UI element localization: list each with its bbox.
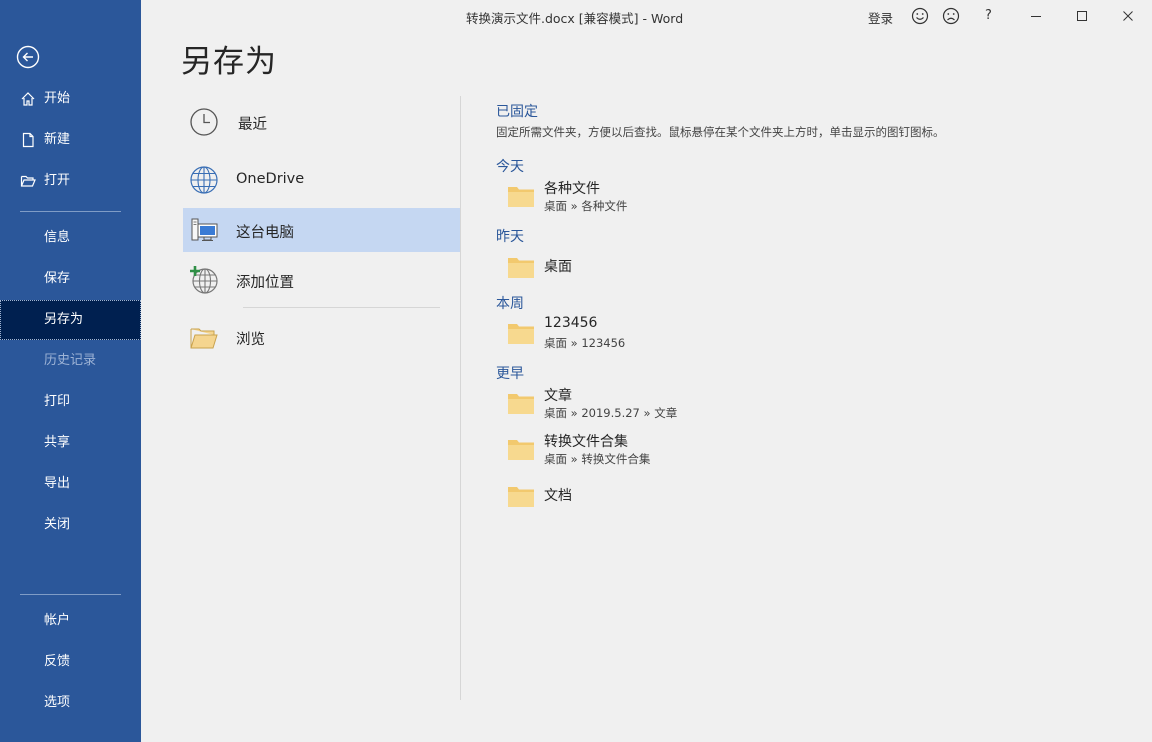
help-button[interactable]: ? [985, 8, 992, 23]
folder-name: 123456 [544, 315, 598, 331]
folder-icon [508, 394, 534, 414]
folder-item[interactable]: 文档 [496, 483, 756, 525]
folder-item[interactable]: 各种文件 桌面 » 各种文件 [496, 178, 756, 220]
open-folder-icon [20, 175, 36, 187]
nav-account[interactable]: 帐户 [0, 601, 141, 641]
folder-item[interactable]: 文章 桌面 » 2019.5.27 » 文章 [496, 385, 756, 427]
folder-path: 桌面 » 转换文件合集 [544, 452, 651, 466]
new-document-icon [22, 132, 34, 148]
folder-icon [508, 324, 534, 344]
folder-path: 桌面 » 各种文件 [544, 199, 628, 213]
folder-icon [508, 440, 534, 460]
nav-feedback-label: 反馈 [44, 654, 71, 669]
folder-icon [508, 487, 534, 507]
nav-export[interactable]: 导出 [0, 464, 141, 504]
location-onedrive[interactable]: OneDrive [183, 158, 460, 202]
home-icon [21, 92, 35, 106]
backstage-sidebar: 开始 新建 打开 信息 保存 另存为 历史记录 打印 共享 导出 关闭 帐户 反… [0, 0, 141, 742]
location-this-pc-label: 这台电脑 [236, 225, 294, 241]
folder-item[interactable]: 转换文件合集 桌面 » 转换文件合集 [496, 431, 756, 473]
location-add-place[interactable]: 添加位置 [183, 258, 460, 302]
panel-divider [460, 96, 461, 700]
location-browse[interactable]: 浏览 [183, 315, 460, 359]
signin-link[interactable]: 登录 [868, 8, 893, 27]
folder-name: 转换文件合集 [544, 434, 628, 450]
nav-feedback[interactable]: 反馈 [0, 642, 141, 682]
nav-info[interactable]: 信息 [0, 218, 141, 258]
nav-options[interactable]: 选项 [0, 683, 141, 723]
folder-path: 桌面 » 123456 [544, 336, 626, 350]
group-heading-yesterday: 昨天 [496, 229, 524, 245]
nav-info-label: 信息 [44, 230, 71, 245]
sidebar-separator [20, 594, 121, 595]
globe-icon [190, 166, 218, 194]
folder-name: 文章 [544, 388, 572, 404]
nav-share-label: 共享 [44, 435, 71, 450]
folder-name: 各种文件 [544, 181, 600, 197]
nav-open[interactable]: 打开 [0, 161, 141, 201]
folder-name: 桌面 [544, 259, 572, 275]
group-heading-this-week: 本周 [496, 296, 524, 312]
minimize-icon[interactable] [1026, 6, 1046, 26]
location-recent[interactable]: 最近 [183, 100, 460, 144]
close-icon[interactable] [1118, 6, 1138, 26]
folder-path: 桌面 » 2019.5.27 » 文章 [544, 406, 678, 420]
pinned-heading: 已固定 [496, 104, 538, 120]
nav-new[interactable]: 新建 [0, 120, 141, 160]
nav-print-label: 打印 [44, 394, 71, 409]
nav-close-label: 关闭 [44, 517, 71, 532]
location-add-place-label: 添加位置 [236, 275, 294, 291]
locations-separator [243, 307, 440, 308]
frown-icon[interactable] [941, 6, 961, 26]
computer-icon [191, 218, 218, 241]
folder-item[interactable]: 123456 桌面 » 123456 [496, 315, 756, 357]
page-title: 另存为 [181, 44, 277, 80]
nav-save-label: 保存 [44, 271, 71, 286]
group-heading-today: 今天 [496, 159, 524, 175]
clock-icon [190, 108, 218, 136]
folder-icon [508, 187, 534, 207]
folder-name: 文档 [544, 488, 572, 504]
window-title: 转换演示文件.docx [兼容模式] - Word [466, 11, 684, 26]
location-this-pc[interactable]: 这台电脑 [183, 208, 460, 252]
nav-home[interactable]: 开始 [0, 79, 141, 119]
group-heading-earlier: 更早 [496, 366, 524, 382]
sidebar-separator [20, 211, 121, 212]
back-arrow-icon[interactable] [16, 45, 40, 69]
browse-folder-icon [190, 328, 218, 349]
nav-close[interactable]: 关闭 [0, 505, 141, 545]
pinned-description: 固定所需文件夹，方便以后查找。鼠标悬停在某个文件夹上方时，单击显示的图钉图标。 [496, 125, 945, 139]
folder-icon [508, 258, 534, 278]
maximize-icon[interactable] [1072, 6, 1092, 26]
nav-history-label: 历史记录 [44, 353, 97, 368]
location-browse-label: 浏览 [236, 332, 265, 348]
location-onedrive-label: OneDrive [236, 171, 305, 187]
smile-icon[interactable] [910, 6, 930, 26]
nav-save-as[interactable]: 另存为 [0, 300, 141, 340]
nav-account-label: 帐户 [44, 613, 71, 628]
nav-home-label: 开始 [44, 91, 71, 106]
nav-open-label: 打开 [44, 173, 71, 188]
nav-history[interactable]: 历史记录 [0, 341, 141, 381]
nav-new-label: 新建 [44, 132, 71, 147]
add-globe-icon [190, 266, 218, 294]
nav-options-label: 选项 [44, 695, 71, 710]
nav-save[interactable]: 保存 [0, 259, 141, 299]
nav-print[interactable]: 打印 [0, 382, 141, 422]
nav-share[interactable]: 共享 [0, 423, 141, 463]
nav-export-label: 导出 [44, 476, 71, 491]
nav-save-as-label: 另存为 [44, 312, 84, 327]
location-recent-label: 最近 [238, 117, 267, 133]
folder-item[interactable]: 桌面 [496, 254, 756, 296]
